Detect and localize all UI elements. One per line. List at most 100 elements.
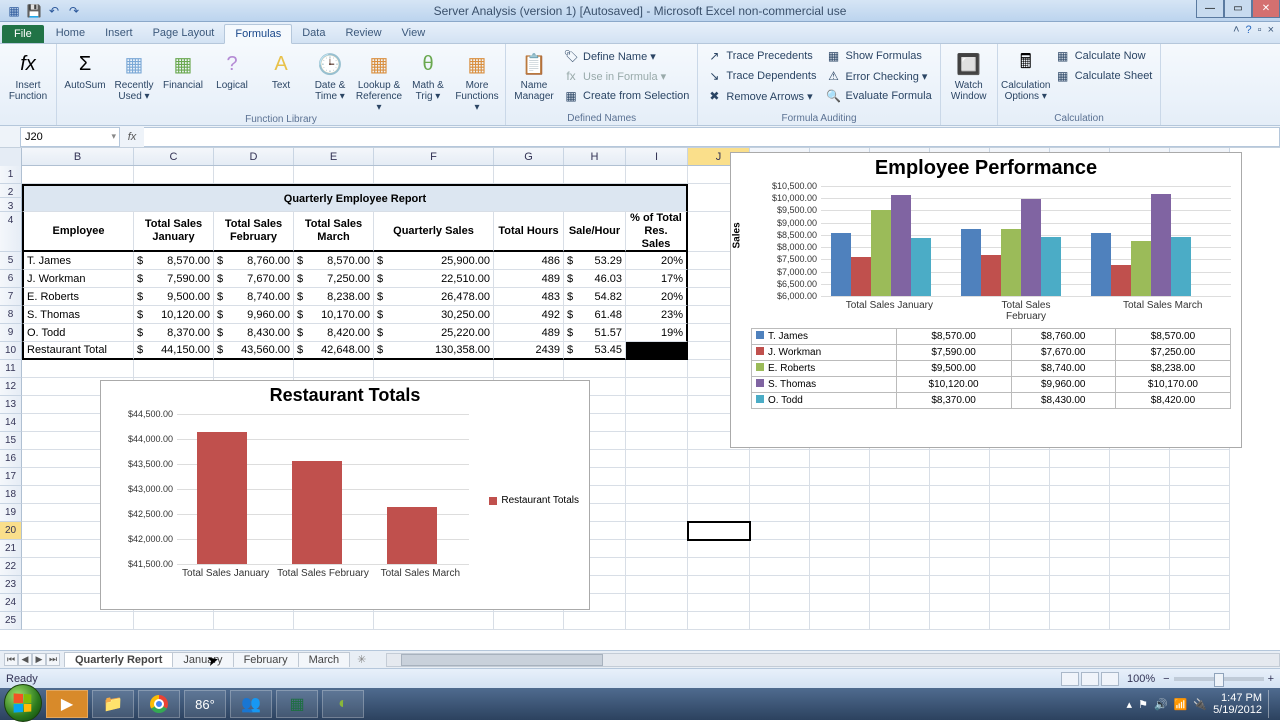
- tab-insert[interactable]: Insert: [95, 24, 143, 43]
- start-button[interactable]: [4, 684, 42, 722]
- create-from-selection-button[interactable]: ▦Create from Selection: [559, 86, 693, 106]
- calculate-now-button[interactable]: ▦Calculate Now: [1051, 46, 1157, 66]
- redo-icon[interactable]: ↷: [66, 3, 82, 19]
- select-all-corner[interactable]: [0, 148, 22, 166]
- error-checking-button[interactable]: ⚠Error Checking ▾: [821, 66, 935, 86]
- cell[interactable]: $8,760.00: [214, 252, 294, 270]
- cell[interactable]: [1170, 594, 1230, 612]
- cell[interactable]: [214, 166, 294, 184]
- cell[interactable]: Total Sales February: [214, 212, 294, 252]
- restore-window-icon[interactable]: ▫: [1258, 24, 1262, 36]
- cell[interactable]: [990, 522, 1050, 540]
- minimize-button[interactable]: —: [1196, 0, 1224, 18]
- cell[interactable]: $54.82: [564, 288, 626, 306]
- show-formulas-button[interactable]: ▦Show Formulas: [821, 46, 935, 66]
- cell[interactable]: $46.03: [564, 270, 626, 288]
- restaurant-totals-chart[interactable]: Restaurant Totals $44,500.00$44,000.00$4…: [100, 380, 590, 610]
- cell[interactable]: 23%: [626, 306, 688, 324]
- cell[interactable]: [990, 450, 1050, 468]
- cell[interactable]: [688, 594, 750, 612]
- cell[interactable]: 483: [494, 288, 564, 306]
- cell[interactable]: 489: [494, 324, 564, 342]
- cell[interactable]: $43,560.00: [214, 342, 294, 360]
- cell[interactable]: [688, 558, 750, 576]
- tab-page-layout[interactable]: Page Layout: [143, 24, 225, 43]
- row-header-25[interactable]: 25: [0, 612, 22, 630]
- cell[interactable]: [626, 414, 688, 432]
- cell[interactable]: [870, 486, 930, 504]
- cell[interactable]: 19%: [626, 324, 688, 342]
- col-header-C[interactable]: C: [134, 148, 214, 165]
- save-icon[interactable]: 💾: [26, 3, 42, 19]
- tab-data[interactable]: Data: [292, 24, 335, 43]
- row-header-9[interactable]: 9: [0, 324, 22, 342]
- row-header-21[interactable]: 21: [0, 540, 22, 558]
- first-sheet-button[interactable]: ⏮: [4, 653, 18, 666]
- cell[interactable]: [22, 612, 134, 630]
- cell[interactable]: $25,220.00: [374, 324, 494, 342]
- datetime-button[interactable]: 🕒Date & Time ▾: [306, 46, 354, 113]
- cell[interactable]: [626, 504, 688, 522]
- cell[interactable]: [930, 486, 990, 504]
- row-header-15[interactable]: 15: [0, 432, 22, 450]
- cell[interactable]: [870, 594, 930, 612]
- use-in-formula-button[interactable]: fxUse in Formula ▾: [559, 66, 693, 86]
- cell[interactable]: [870, 612, 930, 630]
- autosum-button[interactable]: ΣAutoSum: [61, 46, 109, 113]
- cell[interactable]: $8,570.00: [134, 252, 214, 270]
- cell[interactable]: [930, 576, 990, 594]
- cell[interactable]: [990, 540, 1050, 558]
- financial-button[interactable]: ▦Financial: [159, 46, 207, 113]
- next-sheet-button[interactable]: ▶: [32, 653, 46, 666]
- cell[interactable]: [750, 612, 810, 630]
- cell[interactable]: [750, 540, 810, 558]
- cell[interactable]: [990, 576, 1050, 594]
- cell[interactable]: [990, 468, 1050, 486]
- maximize-button[interactable]: ▭: [1224, 0, 1252, 18]
- row-header-3[interactable]: 3: [0, 198, 22, 212]
- row-header-24[interactable]: 24: [0, 594, 22, 612]
- minimize-ribbon-icon[interactable]: ˄: [1233, 24, 1239, 36]
- cell[interactable]: [626, 522, 688, 540]
- cell[interactable]: [1110, 486, 1170, 504]
- cell[interactable]: $7,590.00: [134, 270, 214, 288]
- messenger-taskbar-icon[interactable]: 👥: [230, 690, 272, 718]
- cell[interactable]: [1170, 504, 1230, 522]
- cell[interactable]: $7,250.00: [294, 270, 374, 288]
- cell[interactable]: [1170, 468, 1230, 486]
- cell[interactable]: [930, 558, 990, 576]
- formula-input[interactable]: [144, 127, 1280, 147]
- cell[interactable]: [750, 468, 810, 486]
- cell[interactable]: $30,250.00: [374, 306, 494, 324]
- cell[interactable]: [1170, 450, 1230, 468]
- cell[interactable]: [810, 450, 870, 468]
- row-header-4[interactable]: 4: [0, 212, 22, 252]
- logical-button[interactable]: ?Logical: [208, 46, 256, 113]
- cell[interactable]: [1170, 558, 1230, 576]
- cell[interactable]: [494, 166, 564, 184]
- row-header-17[interactable]: 17: [0, 468, 22, 486]
- row-header-20[interactable]: 20: [0, 522, 22, 540]
- row-header-8[interactable]: 8: [0, 306, 22, 324]
- cell[interactable]: [1110, 576, 1170, 594]
- cell[interactable]: Total Sales January: [134, 212, 214, 252]
- cell[interactable]: [870, 450, 930, 468]
- cell[interactable]: $8,740.00: [214, 288, 294, 306]
- text-button[interactable]: AText: [257, 46, 305, 113]
- cell[interactable]: $9,500.00: [134, 288, 214, 306]
- cell[interactable]: % of Total Res. Sales: [626, 212, 688, 252]
- zoom-in-button[interactable]: +: [1268, 673, 1274, 685]
- row-header-2[interactable]: 2: [0, 184, 22, 198]
- cell[interactable]: [626, 468, 688, 486]
- sheet-tab-quarterly-report[interactable]: Quarterly Report: [64, 652, 173, 667]
- cell[interactable]: $8,570.00: [294, 252, 374, 270]
- row-header-5[interactable]: 5: [0, 252, 22, 270]
- last-sheet-button[interactable]: ⏭: [46, 653, 60, 666]
- row-header-23[interactable]: 23: [0, 576, 22, 594]
- cell[interactable]: [374, 360, 494, 378]
- cell[interactable]: $7,670.00: [214, 270, 294, 288]
- tab-review[interactable]: Review: [335, 24, 391, 43]
- cell[interactable]: $25,900.00: [374, 252, 494, 270]
- more-functions-button[interactable]: ▦More Functions ▾: [453, 46, 501, 113]
- cell[interactable]: [214, 612, 294, 630]
